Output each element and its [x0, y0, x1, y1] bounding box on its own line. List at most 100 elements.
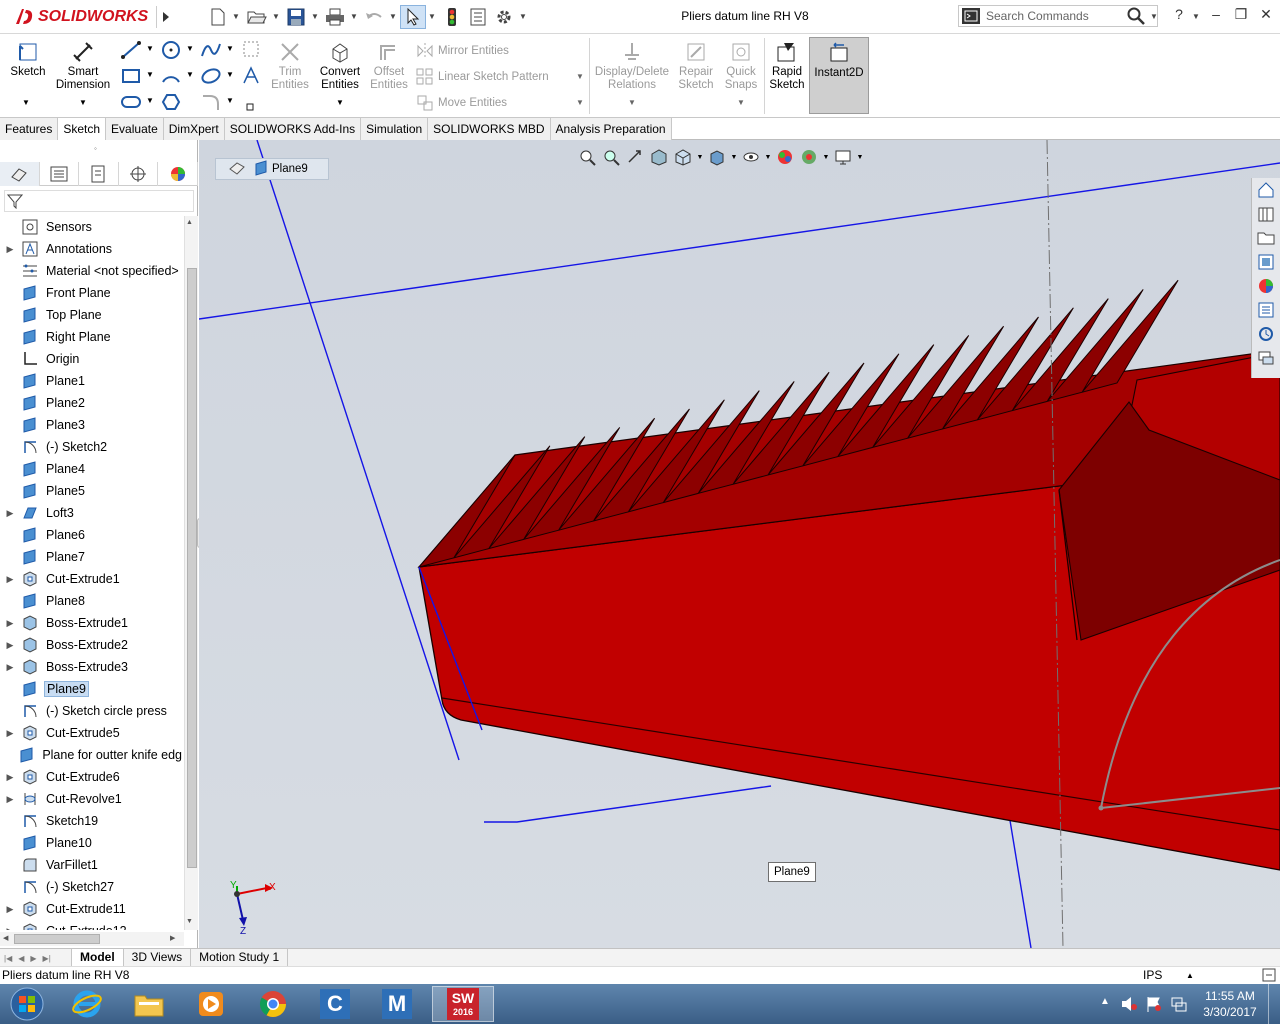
undo-icon[interactable]	[361, 5, 387, 29]
line-dropdown-icon[interactable]: ▼	[146, 44, 154, 53]
zoom-to-area-icon[interactable]	[599, 147, 623, 167]
tree-node-label[interactable]: Boss-Extrude1	[44, 615, 130, 631]
rapid-sketch-button[interactable]: Rapid Sketch	[766, 40, 808, 92]
tree-node-label[interactable]: Plane2	[44, 395, 87, 411]
options-dropdown-icon[interactable]: ▼	[519, 10, 527, 22]
fillet-dropdown-icon[interactable]: ▼	[226, 96, 234, 105]
move-dropdown-icon[interactable]: ▼	[576, 98, 584, 107]
tab-sketch[interactable]: Sketch	[58, 118, 107, 140]
tree-filter-box[interactable]	[4, 190, 194, 212]
trim-entities-button[interactable]: Trim Entities	[268, 40, 312, 92]
tab-solidworks-add-ins[interactable]: SOLIDWORKS Add-Ins	[224, 118, 362, 140]
tree-node[interactable]: Material <not specified>	[0, 260, 184, 282]
tree-node-label[interactable]: Plane10	[44, 835, 94, 851]
point-tool-icon[interactable]	[246, 100, 254, 114]
tree-node[interactable]: VarFillet1	[0, 854, 184, 876]
tree-node-label[interactable]: Cut-Revolve1	[44, 791, 124, 807]
edit-appearance-icon[interactable]	[773, 147, 797, 167]
display-style-icon[interactable]	[705, 147, 729, 167]
plane-callout-label[interactable]: Plane9	[768, 862, 816, 882]
new-document-icon[interactable]	[205, 5, 231, 29]
tree-node[interactable]: Origin	[0, 348, 184, 370]
tree-node-label[interactable]: Material <not specified>	[44, 263, 181, 279]
tree-node-label[interactable]: Plane5	[44, 483, 87, 499]
view-settings-dropdown-icon[interactable]: ▼	[855, 147, 865, 167]
tree-node-label[interactable]: Sketch19	[44, 813, 100, 829]
slot-tool-icon[interactable]	[120, 92, 142, 115]
rectangle-dropdown-icon[interactable]: ▼	[146, 70, 154, 79]
circle-dropdown-icon[interactable]: ▼	[186, 44, 194, 53]
options-gear-icon[interactable]	[491, 5, 517, 29]
restore-icon[interactable]: ❐	[1230, 6, 1252, 26]
convert-select-icon[interactable]	[242, 40, 260, 63]
tree-node-label[interactable]: Right Plane	[44, 329, 113, 345]
tree-node[interactable]: ▶ Loft3	[0, 502, 184, 524]
convert-entities-button[interactable]: Convert Entities	[314, 40, 366, 92]
print-icon[interactable]	[322, 5, 348, 29]
tree-node-label[interactable]: Plane8	[44, 593, 87, 609]
line-tool-icon[interactable]	[120, 40, 142, 63]
next-tab-icon[interactable]: ▶	[30, 954, 36, 963]
tree-node-label[interactable]: Plane4	[44, 461, 87, 477]
sketch-dropdown-icon[interactable]: ▼	[22, 98, 30, 107]
move-entities-button[interactable]: Move Entities	[416, 94, 507, 112]
file-explorer-icon[interactable]	[1254, 226, 1278, 250]
tree-node[interactable]: Top Plane	[0, 304, 184, 326]
view-settings-monitor-icon[interactable]	[831, 147, 855, 167]
part-breadcrumb-icon[interactable]	[228, 160, 246, 179]
model-viewport[interactable]	[199, 140, 1280, 948]
search-magnifier-icon[interactable]	[1124, 5, 1148, 27]
featuremanager-tab-icon[interactable]	[0, 162, 40, 186]
tree-node-label[interactable]: Loft3	[44, 505, 76, 521]
save-dropdown-icon[interactable]: ▼	[311, 10, 319, 22]
new-dropdown-icon[interactable]: ▼	[232, 10, 240, 22]
text-tool-icon[interactable]	[242, 66, 260, 89]
scroll-down-icon[interactable]: ▼	[186, 918, 193, 925]
tree-node[interactable]: ▶ Annotations	[0, 238, 184, 260]
dimxpertmanager-tab-icon[interactable]	[119, 162, 159, 186]
solidworks-resources-home-icon[interactable]	[1254, 178, 1278, 202]
save-icon[interactable]	[283, 5, 309, 29]
view-orientation-dropdown-icon[interactable]: ▼	[695, 147, 705, 167]
solidworks-taskbar-icon[interactable]: SW 2016	[432, 986, 494, 1022]
select-dropdown-icon[interactable]: ▼	[428, 10, 436, 22]
tab-simulation[interactable]: Simulation	[361, 118, 429, 140]
quick-snaps-button[interactable]: Quick Snaps	[720, 40, 762, 92]
tree-node[interactable]: ▶ Boss-Extrude3	[0, 656, 184, 678]
prev-tab-icon[interactable]: ◀	[18, 954, 24, 963]
smart-dimension-button[interactable]: Smart Dimension	[54, 40, 112, 92]
arc-dropdown-icon[interactable]: ▼	[186, 70, 194, 79]
tree-node[interactable]: Plane8	[0, 590, 184, 612]
tray-network-icon[interactable]	[1170, 995, 1188, 1016]
fillet-tool-icon[interactable]	[200, 92, 222, 115]
tree-node-label[interactable]: Cut-Extrude1	[44, 571, 122, 587]
internet-explorer-icon[interactable]	[60, 986, 114, 1022]
expand-arrow-icon[interactable]: ▶	[0, 640, 20, 651]
app-c-taskbar-icon[interactable]: C	[308, 986, 362, 1022]
displaymanager-tab-icon[interactable]	[158, 162, 198, 186]
tree-vertical-scrollbar[interactable]: ▲ ▼	[184, 216, 198, 930]
tree-node[interactable]: Plane3	[0, 414, 184, 436]
app-m-taskbar-icon[interactable]: M	[370, 986, 424, 1022]
tree-node-label[interactable]: Boss-Extrude2	[44, 637, 130, 653]
tree-node[interactable]: Plane for outter knife edg	[0, 744, 184, 766]
expand-arrow-icon[interactable]: ▶	[0, 728, 20, 739]
expand-arrow-icon[interactable]: ▶	[0, 508, 20, 519]
tree-node-label[interactable]: (-) Sketch2	[44, 439, 109, 455]
ellipse-tool-icon[interactable]	[200, 66, 222, 89]
tree-horizontal-scrollbar[interactable]: ◀ ▶	[0, 932, 184, 946]
tree-scroll-thumb[interactable]	[187, 268, 197, 868]
tree-node[interactable]: Plane10	[0, 832, 184, 854]
view-orientation-icon[interactable]	[671, 147, 695, 167]
viewport-close-icon[interactable]: ✕	[1228, 140, 1237, 150]
slot-dropdown-icon[interactable]: ▼	[146, 96, 154, 105]
display-style-dropdown-icon[interactable]: ▼	[729, 147, 739, 167]
tree-node-label[interactable]: Plane9	[44, 681, 89, 697]
solidworks-community-icon[interactable]	[1254, 346, 1278, 370]
expand-arrow-icon[interactable]: ▶	[0, 926, 20, 931]
design-library-icon[interactable]	[1254, 202, 1278, 226]
tree-node[interactable]: ▶ Cut-Extrude6	[0, 766, 184, 788]
tree-node[interactable]: ▶ Boss-Extrude1	[0, 612, 184, 634]
last-tab-icon[interactable]: ▶|	[43, 954, 51, 963]
tab-solidworks-mbd[interactable]: SOLIDWORKS MBD	[428, 118, 551, 140]
